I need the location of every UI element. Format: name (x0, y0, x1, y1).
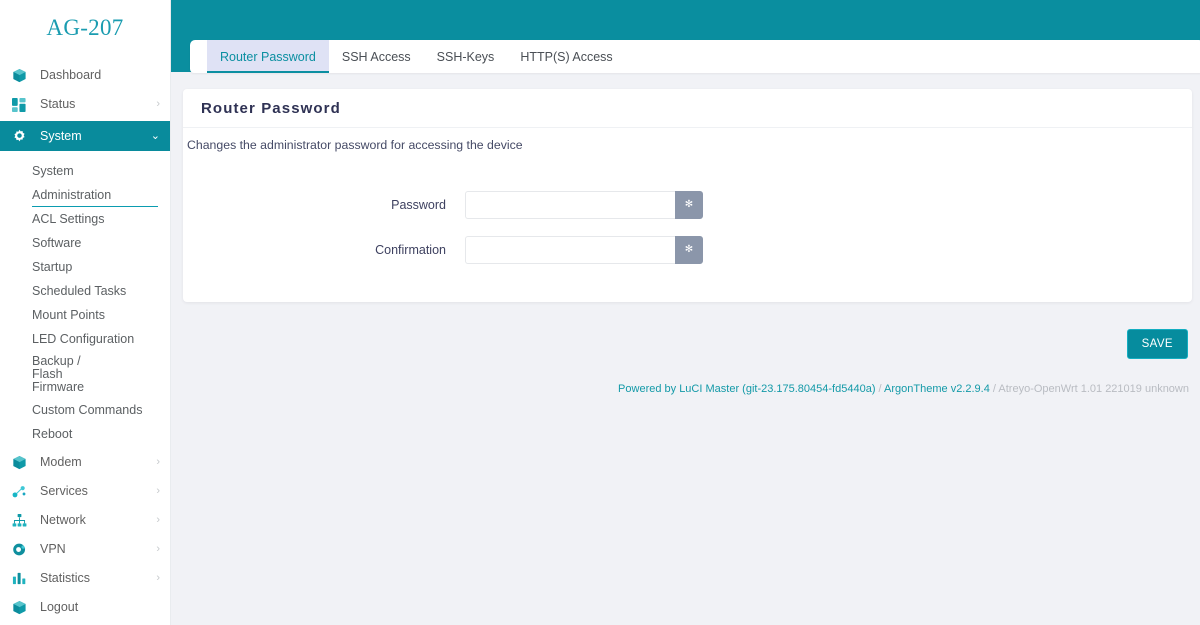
globe-icon (12, 542, 32, 558)
sidebar-item-status[interactable]: Status › (0, 90, 170, 119)
confirmation-input[interactable] (465, 235, 675, 264)
sitemap-icon (12, 513, 32, 529)
password-reveal-button[interactable]: ✻ (675, 190, 703, 219)
sidebar-item-vpn[interactable]: VPN › (0, 535, 170, 564)
sidebar-item-statistics[interactable]: Statistics › (0, 564, 170, 593)
panel-description: Changes the administrator password for a… (187, 138, 523, 152)
password-control: ✻ (465, 190, 703, 219)
sidebar-item-label: Logout (40, 600, 79, 615)
app-root: AG-207 Dashboard Status › System ⌄ Syste… (0, 0, 1200, 625)
sidebar-subitem-led-configuration[interactable]: LED Configuration (0, 327, 170, 351)
sidebar-subitem-reboot[interactable]: Reboot (0, 422, 170, 446)
sidebar-subitem-custom-commands[interactable]: Custom Commands (0, 398, 170, 422)
sidebar: AG-207 Dashboard Status › System ⌄ Syste… (0, 0, 171, 625)
brand-logo: AG-207 (46, 14, 124, 40)
panel-description-row: Changes the administrator password for a… (183, 128, 1192, 164)
chevron-right-icon: › (156, 456, 160, 468)
form-row-password: Password ✻ (189, 182, 1186, 227)
footer-luci-link[interactable]: Powered by LuCI Master (git-23.175.80454… (618, 383, 875, 395)
sidebar-subitem-mount-points[interactable]: Mount Points (0, 303, 170, 327)
footer-build-version: Atreyo-OpenWrt 1.01 221019 unknown (998, 383, 1189, 395)
sidebar-subitem-administration[interactable]: Administration (0, 183, 170, 207)
sidebar-item-services[interactable]: Services › (0, 477, 170, 506)
barchart-icon (12, 571, 32, 587)
sidebar-item-label: Services (40, 484, 88, 499)
tab-ssh-access[interactable]: SSH Access (329, 40, 424, 73)
sidebar-item-network[interactable]: Network › (0, 506, 170, 535)
sidebar-subitem-acl-settings[interactable]: ACL Settings (0, 207, 170, 231)
sidebar-item-label: Modem (40, 455, 82, 470)
sidebar-subitem-software[interactable]: Software (0, 231, 170, 255)
confirmation-reveal-button[interactable]: ✻ (675, 235, 703, 264)
gear-icon (12, 128, 32, 144)
save-button[interactable]: SAVE (1126, 329, 1188, 359)
password-form: Password ✻ Confirmation ✻ (189, 164, 1186, 294)
footer-separator-1: / (875, 383, 885, 395)
chevron-right-icon: › (156, 543, 160, 555)
footer-theme-link[interactable]: ArgonTheme v2.2.9.4 (884, 383, 990, 395)
sidebar-item-modem[interactable]: Modem › (0, 448, 170, 477)
confirmation-label: Confirmation (375, 242, 446, 257)
panel-header: Router Password (183, 89, 1192, 128)
chevron-right-icon: › (156, 485, 160, 497)
router-password-panel: Router Password Changes the administrato… (183, 89, 1192, 302)
nodes-icon (12, 484, 32, 500)
confirmation-control: ✻ (465, 235, 703, 264)
form-row-confirmation: Confirmation ✻ (189, 227, 1186, 272)
save-row: SAVE (1126, 329, 1188, 359)
sidebar-item-label: System (40, 128, 82, 143)
content-area: Router Password SSH Access SSH-Keys HTTP… (171, 0, 1200, 625)
cube-icon (12, 455, 32, 471)
sidebar-item-label: Status (40, 97, 76, 112)
chevron-right-icon: › (156, 572, 160, 584)
chevron-down-icon: ⌄ (150, 129, 160, 142)
tab-ssh-keys[interactable]: SSH-Keys (424, 40, 508, 73)
sidebar-subitem-scheduled-tasks[interactable]: Scheduled Tasks (0, 279, 170, 303)
password-input[interactable] (465, 190, 675, 219)
tab-bar: Router Password SSH Access SSH-Keys HTTP… (190, 40, 1200, 73)
sidebar-item-system[interactable]: System ⌄ (0, 121, 170, 151)
sidebar-item-label: Statistics (40, 571, 91, 586)
sidebar-item-label: VPN (40, 542, 66, 557)
sidebar-nav: Dashboard Status › System ⌄ System Admin… (0, 55, 170, 622)
tab-https-access[interactable]: HTTP(S) Access (507, 40, 625, 73)
cube-icon (12, 68, 32, 84)
sidebar-item-label: Dashboard (40, 68, 102, 83)
sidebar-item-dashboard[interactable]: Dashboard (0, 61, 170, 90)
sidebar-subitem-system[interactable]: System (0, 159, 170, 183)
sidebar-item-logout[interactable]: Logout (0, 593, 170, 622)
tab-router-password[interactable]: Router Password (207, 40, 329, 73)
sidebar-subitem-startup[interactable]: Startup (0, 255, 170, 279)
sidebar-subitem-backup-flash-firmware[interactable]: Backup / Flash Firmware (0, 351, 120, 398)
page-title: Router Password (201, 99, 341, 117)
grid-icon (12, 97, 32, 113)
sidebar-item-label: Network (40, 513, 86, 528)
chevron-right-icon: › (156, 98, 160, 110)
cube-icon (12, 600, 32, 616)
sidebar-submenu-system: System Administration ACL Settings Softw… (0, 153, 170, 448)
chevron-right-icon: › (156, 514, 160, 526)
password-label: Password (391, 197, 446, 212)
footer: Powered by LuCI Master (git-23.175.80454… (618, 383, 1189, 395)
